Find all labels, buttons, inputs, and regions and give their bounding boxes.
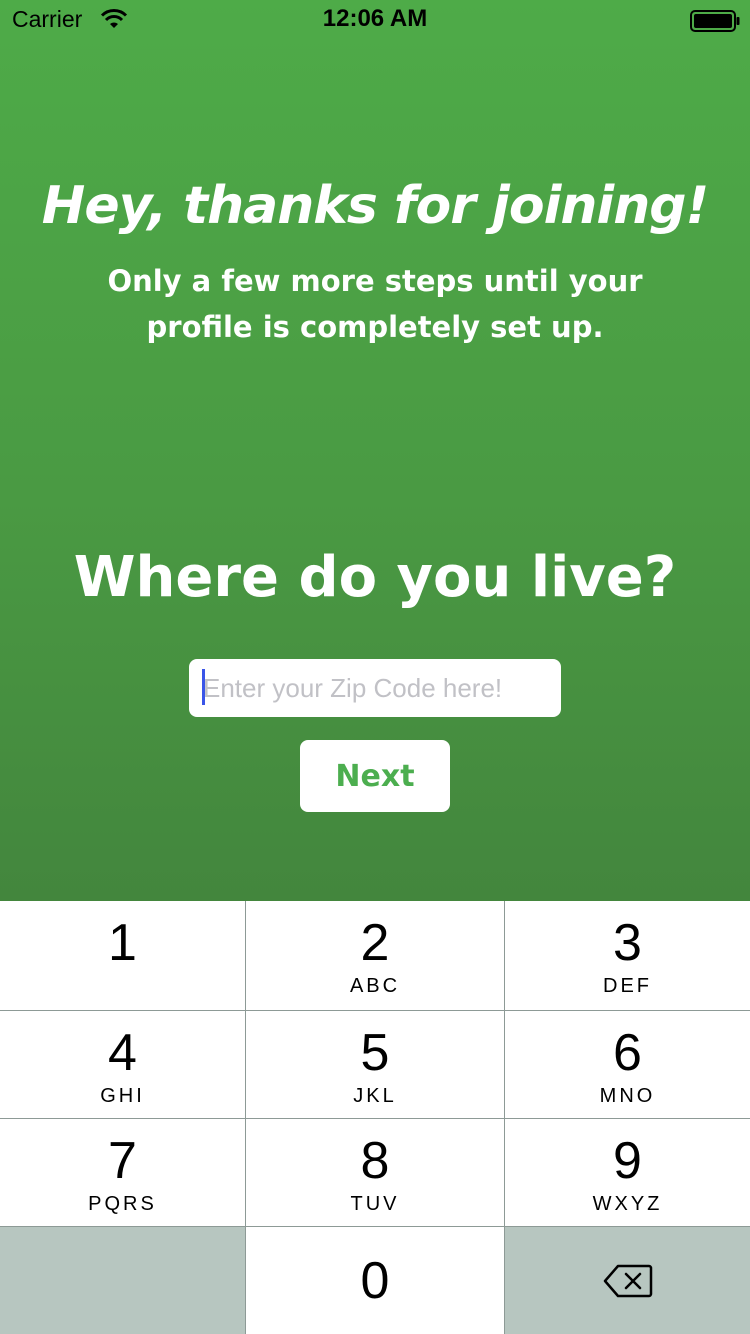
key-9[interactable]: 9 WXYZ xyxy=(505,1119,750,1227)
next-button[interactable]: Next xyxy=(300,740,450,812)
key-3[interactable]: 3 DEF xyxy=(505,901,750,1011)
key-digit: 5 xyxy=(360,1024,390,1082)
key-4[interactable]: 4 GHI xyxy=(0,1011,246,1119)
key-2[interactable]: 2 ABC xyxy=(246,901,505,1011)
welcome-heading: Hey, thanks for joining! xyxy=(41,176,709,236)
key-digit: 3 xyxy=(613,914,642,972)
key-digit: 9 xyxy=(613,1132,642,1190)
backspace-icon xyxy=(603,1264,652,1297)
welcome-subheading: Only a few more steps until your profile… xyxy=(107,264,643,344)
key-digit: 1 xyxy=(108,914,137,972)
key-digit: 2 xyxy=(360,914,390,972)
key-5[interactable]: 5 JKL xyxy=(246,1011,505,1119)
key-digit: 8 xyxy=(360,1132,390,1190)
key-letters: PQRS xyxy=(88,1193,157,1215)
key-letters: JKL xyxy=(353,1085,397,1107)
key-7[interactable]: 7 PQRS xyxy=(0,1119,246,1227)
key-letters: TUV xyxy=(350,1193,400,1215)
battery-icon xyxy=(690,10,740,32)
key-empty xyxy=(0,1227,246,1334)
status-bar: Carrier 12:06 AM xyxy=(0,0,750,40)
onboarding-screen: Carrier 12:06 AM Hey, thanks for joining… xyxy=(0,0,750,901)
backspace-key[interactable] xyxy=(505,1227,750,1334)
key-digit: 7 xyxy=(108,1132,137,1190)
location-question: Where do you live? xyxy=(73,545,677,610)
zip-code-input[interactable] xyxy=(189,659,561,717)
key-8[interactable]: 8 TUV xyxy=(246,1119,505,1227)
key-letters: WXYZ xyxy=(592,1193,663,1215)
key-letters: GHI xyxy=(100,1085,145,1107)
numeric-keypad: 1 2 ABC 3 DEF 4 GHI 5 JKL 6 MNO 7 PQRS 8… xyxy=(0,901,750,1334)
key-digit: 6 xyxy=(613,1024,642,1082)
key-letters: ABC xyxy=(349,975,401,997)
text-cursor xyxy=(202,669,205,705)
key-0[interactable]: 0 xyxy=(246,1227,505,1334)
key-1[interactable]: 1 xyxy=(0,901,246,1011)
key-letters: DEF xyxy=(603,975,652,997)
key-6[interactable]: 6 MNO xyxy=(505,1011,750,1119)
key-digit: 4 xyxy=(108,1024,137,1082)
key-letters: MNO xyxy=(599,1085,656,1107)
clock: 12:06 AM xyxy=(322,5,428,32)
key-digit: 0 xyxy=(360,1252,390,1310)
